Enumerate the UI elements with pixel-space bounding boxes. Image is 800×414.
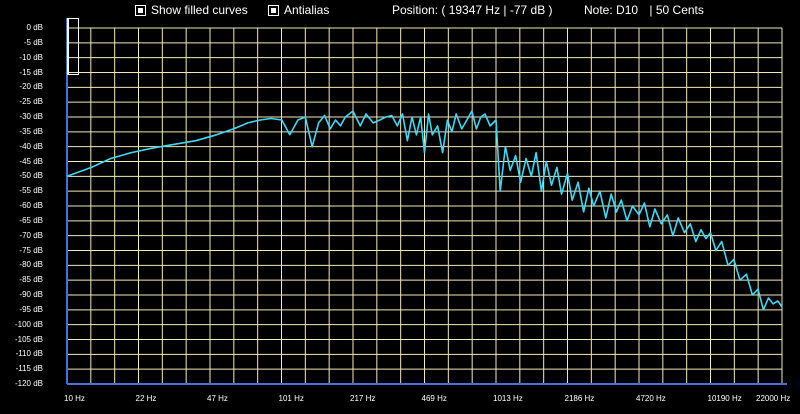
y-tick-label: -120 dB: [14, 379, 43, 388]
y-tick-label: -70 dB: [19, 230, 43, 240]
x-tick-label: 4720 Hz: [636, 394, 666, 403]
x-tick-label: 1013 Hz: [493, 394, 523, 403]
y-tick-label: -90 dB: [19, 290, 43, 299]
y-tick-label: -45 dB: [19, 156, 43, 166]
y-tick-label: -5 dB: [23, 37, 43, 47]
y-tick-label: -30 dB: [19, 112, 43, 121]
y-tick-label: -80 dB: [19, 260, 43, 270]
y-tick-label: -110 dB: [15, 349, 43, 359]
y-tick-label: -115 dB: [15, 364, 43, 374]
y-tick-label: -55 dB: [19, 186, 43, 196]
x-tick-label: 217 Hz: [350, 394, 376, 403]
selection-marker[interactable]: [67, 18, 79, 75]
x-tick-label: 2186 Hz: [564, 394, 595, 403]
y-tick-label: -75 dB: [19, 245, 43, 255]
y-tick-label: -95 dB: [19, 304, 43, 314]
x-tick-label: 101 Hz: [278, 394, 304, 403]
y-tick-label: -25 dB: [19, 97, 43, 107]
spectrum-chart[interactable]: [0, 0, 800, 409]
y-tick-label: -10 dB: [19, 52, 43, 62]
y-tick-label: -35 dB: [19, 126, 43, 136]
spectrum-plot[interactable]: 0 dB -5 dB -10 dB -15 dB -20 dB -25 dB -30 dB -…: [0, 0, 800, 409]
y-tick-label: -40 dB: [19, 141, 43, 151]
y-tick-label: -20 dB: [19, 82, 43, 92]
x-tick-label: 22000 Hz: [756, 394, 791, 403]
x-tick-label: 10 Hz: [64, 394, 85, 403]
x-tick-label: 47 Hz: [207, 394, 228, 403]
x-tick-label: 22 Hz: [135, 394, 157, 403]
y-tick-label: -65 dB: [19, 215, 43, 225]
y-tick-label: -50 dB: [19, 171, 43, 181]
x-tick-label: 10190 Hz: [707, 394, 742, 403]
x-tick-label: 469 Hz: [421, 394, 447, 403]
y-tick-label: -85 dB: [19, 275, 43, 285]
y-tick-label: -100 dB: [14, 319, 43, 329]
y-tick-label: -15 dB: [19, 67, 43, 77]
y-tick-label: -105 dB: [14, 334, 43, 344]
y-tick-label: -60 dB: [19, 201, 43, 210]
y-tick-label: 0 dB: [26, 23, 43, 32]
